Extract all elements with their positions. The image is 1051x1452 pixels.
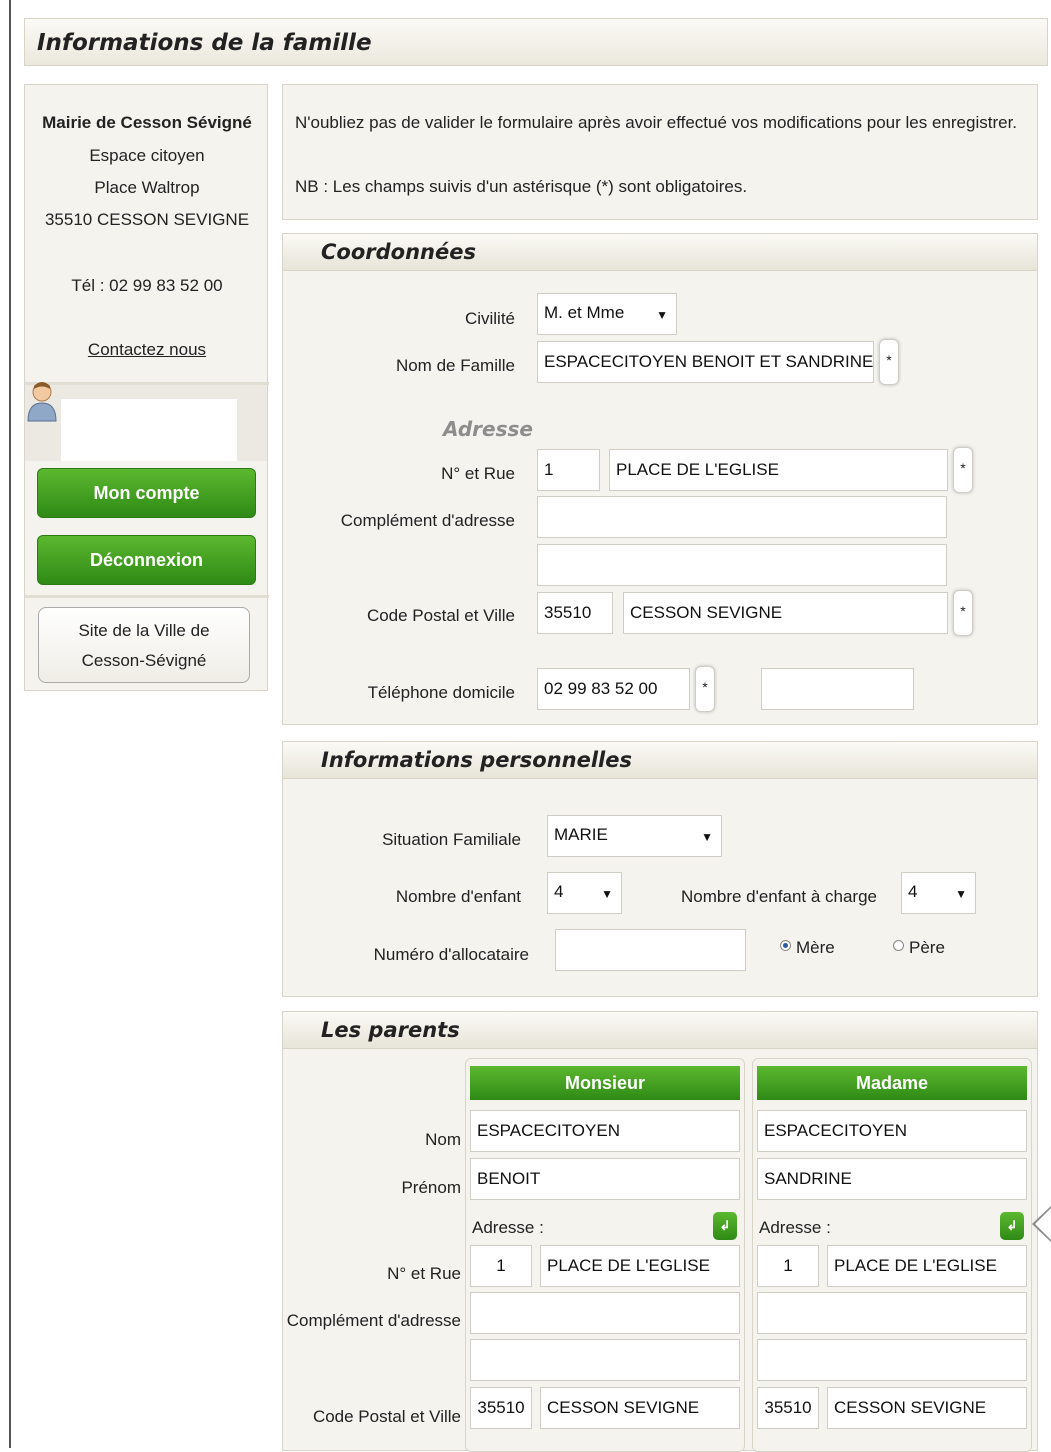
- city-site-button[interactable]: Site de la Ville de Cesson-Sévigné: [38, 607, 250, 683]
- telephone-2-input[interactable]: [761, 668, 914, 710]
- parent-rue-label: N° et Rue: [387, 1264, 461, 1283]
- chevron-down-icon: ▼: [955, 887, 967, 901]
- monsieur-prenom-input[interactable]: BENOIT: [470, 1158, 740, 1200]
- nb-enfant-label: Nombre d'enfant: [395, 887, 521, 906]
- madame-prenom-input[interactable]: SANDRINE: [757, 1158, 1027, 1200]
- adresse-heading: Adresse: [443, 417, 533, 441]
- parent-cp-label: Code Postal et Ville: [312, 1407, 461, 1426]
- cp-ville-label: Code Postal et Ville: [366, 606, 515, 625]
- address-line-3: 35510 CESSON SEVIGNE: [44, 210, 250, 229]
- parents-panel: Les parents Nom Prénom N° et Rue Complém…: [282, 1011, 1038, 1452]
- rue-label: N° et Rue: [441, 464, 515, 483]
- copy-address-icon: ↲: [1006, 1218, 1018, 1233]
- coordonnees-title: Coordonnées: [283, 234, 1037, 271]
- madame-copy-address-button[interactable]: ↲: [1000, 1212, 1024, 1240]
- monsieur-rue-input[interactable]: PLACE DE L'EGLISE: [540, 1245, 740, 1287]
- monsieur-city-input[interactable]: CESSON SEVIGNE: [540, 1387, 740, 1429]
- phone-number: Tél : 02 99 83 52 00: [71, 276, 223, 295]
- madame-adresse-label: Adresse :: [759, 1218, 831, 1237]
- madame-complement-input-1[interactable]: [757, 1292, 1027, 1334]
- rue-number-input[interactable]: 1: [537, 449, 600, 491]
- notice-line-1: N'oubliez pas de valider le formulaire a…: [295, 113, 1018, 132]
- radio-mere[interactable]: Mère: [780, 938, 835, 958]
- nb-charge-value: 4: [908, 882, 918, 901]
- notice-panel: N'oubliez pas de valider le formulaire a…: [282, 84, 1038, 220]
- madame-postal-code-input[interactable]: 35510: [757, 1387, 819, 1429]
- coordonnees-panel: Coordonnées Civilité M. et Mme ▼ Nom de …: [282, 233, 1038, 725]
- madame-rue-number-input[interactable]: 1: [757, 1245, 819, 1287]
- perso-title: Informations personnelles: [283, 742, 1037, 779]
- monsieur-rue-number-input[interactable]: 1: [470, 1245, 532, 1287]
- contact-link[interactable]: Contactez nous: [25, 340, 269, 360]
- allocataire-label: Numéro d'allocataire: [373, 945, 529, 964]
- madame-header: Madame: [757, 1066, 1027, 1100]
- radio-pere[interactable]: Père: [893, 938, 945, 958]
- page-title: Informations de la famille: [24, 18, 1048, 66]
- org-name: Mairie de Cesson Sévigné: [42, 113, 252, 132]
- parent-prenom-label: Prénom: [401, 1178, 461, 1197]
- required-marker: *: [879, 339, 899, 385]
- account-button[interactable]: Mon compte: [37, 468, 256, 518]
- chevron-down-icon: ▼: [701, 830, 713, 844]
- civilite-value: M. et Mme: [544, 303, 625, 322]
- parents-title: Les parents: [283, 1012, 1037, 1049]
- nb-enfant-value: 4: [554, 882, 564, 901]
- city-site-line-2: Cesson-Sévigné: [81, 651, 207, 670]
- nb-charge-label: Nombre d'enfant à charge: [680, 887, 877, 906]
- chevron-down-icon: ▼: [601, 887, 613, 901]
- telephone-input[interactable]: 02 99 83 52 00: [537, 668, 690, 710]
- nb-charge-select[interactable]: 4 ▼: [901, 872, 976, 914]
- required-marker: *: [953, 590, 973, 636]
- city-input[interactable]: CESSON SEVIGNE: [623, 592, 948, 634]
- notice-line-2: NB : Les champs suivis d'un astérisque (…: [295, 177, 748, 196]
- copy-address-icon: ↲: [719, 1218, 731, 1233]
- monsieur-postal-code-input[interactable]: 35510: [470, 1387, 532, 1429]
- parent-nom-label: Nom: [425, 1130, 461, 1149]
- nb-enfant-select[interactable]: 4 ▼: [547, 872, 622, 914]
- radio-selected-icon: [780, 940, 791, 951]
- madame-nom-input[interactable]: ESPACECITOYEN: [757, 1110, 1027, 1152]
- monsieur-complement-input-2[interactable]: [470, 1339, 740, 1381]
- user-avatar-icon: [27, 382, 57, 422]
- callout-arrow-icon: [1032, 1206, 1051, 1242]
- allocataire-input[interactable]: [555, 929, 746, 971]
- required-marker: *: [695, 666, 715, 712]
- situation-value: MARIE: [554, 825, 608, 844]
- postal-code-input[interactable]: 35510: [537, 592, 613, 634]
- monsieur-header: Monsieur: [470, 1066, 740, 1100]
- left-border-line: [9, 0, 11, 1448]
- user-name-box: [61, 399, 237, 461]
- madame-city-input[interactable]: CESSON SEVIGNE: [827, 1387, 1027, 1429]
- city-site-line-1: Site de la Ville de: [78, 621, 210, 640]
- civilite-label: Civilité: [464, 309, 515, 328]
- logout-button[interactable]: Déconnexion: [37, 535, 256, 585]
- telephone-label: Téléphone domicile: [367, 683, 515, 702]
- address-line-1: Espace citoyen: [89, 146, 205, 165]
- complement-input-2[interactable]: [537, 544, 947, 586]
- situation-select[interactable]: MARIE ▼: [547, 815, 722, 857]
- civilite-select[interactable]: M. et Mme ▼: [537, 293, 677, 335]
- nom-famille-label: Nom de Famille: [395, 356, 515, 375]
- required-marker: *: [953, 447, 973, 493]
- monsieur-copy-address-button[interactable]: ↲: [713, 1212, 737, 1240]
- address-line-2: Place Waltrop: [94, 178, 200, 197]
- perso-panel: Informations personnelles Situation Fami…: [282, 741, 1038, 997]
- situation-label: Situation Familiale: [382, 830, 521, 849]
- sidebar: Mairie de Cesson Sévigné Espace citoyen …: [24, 84, 269, 691]
- radio-unselected-icon: [893, 940, 904, 951]
- complement-label: Complément d'adresse: [340, 511, 515, 530]
- radio-mere-label: Mère: [796, 938, 835, 957]
- radio-pere-label: Père: [909, 938, 945, 957]
- sidebar-divider: [25, 595, 269, 598]
- complement-input-1[interactable]: [537, 496, 947, 538]
- monsieur-adresse-label: Adresse :: [472, 1218, 544, 1237]
- rue-input[interactable]: PLACE DE L'EGLISE: [609, 449, 948, 491]
- chevron-down-icon: ▼: [656, 308, 668, 322]
- parent-complement-label: Complément d'adresse: [286, 1311, 461, 1330]
- monsieur-complement-input-1[interactable]: [470, 1292, 740, 1334]
- madame-complement-input-2[interactable]: [757, 1339, 1027, 1381]
- nom-famille-input[interactable]: ESPACECITOYEN BENOIT ET SANDRINE: [537, 341, 874, 383]
- monsieur-nom-input[interactable]: ESPACECITOYEN: [470, 1110, 740, 1152]
- madame-rue-input[interactable]: PLACE DE L'EGLISE: [827, 1245, 1027, 1287]
